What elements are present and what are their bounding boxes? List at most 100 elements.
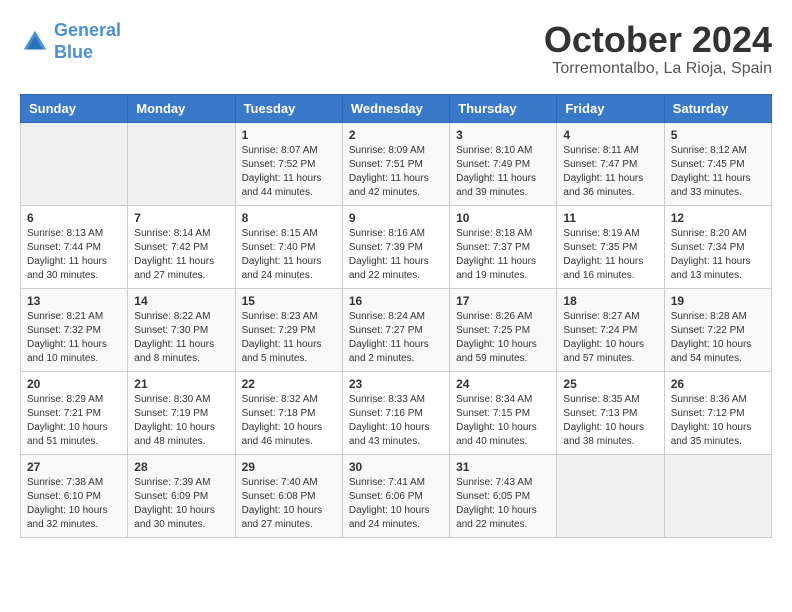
weekday-header: Sunday: [21, 94, 128, 122]
day-info: Sunrise: 8:22 AMSunset: 7:30 PMDaylight:…: [134, 310, 228, 366]
day-number: 28: [134, 460, 228, 474]
day-number: 8: [242, 211, 336, 225]
day-info: Sunrise: 8:32 AMSunset: 7:18 PMDaylight:…: [242, 393, 336, 449]
logo-text: General Blue: [54, 20, 121, 63]
day-info: Sunrise: 8:09 AMSunset: 7:51 PMDaylight:…: [349, 144, 443, 200]
weekday-header: Wednesday: [342, 94, 449, 122]
calendar-cell: 14 Sunrise: 8:22 AMSunset: 7:30 PMDayligh…: [128, 288, 235, 371]
day-number: 6: [27, 211, 121, 225]
day-info: Sunrise: 8:21 AMSunset: 7:32 PMDaylight:…: [27, 310, 121, 366]
day-info: Sunrise: 8:15 AMSunset: 7:40 PMDaylight:…: [242, 227, 336, 283]
day-number: 21: [134, 377, 228, 391]
calendar-cell: 6 Sunrise: 8:13 AMSunset: 7:44 PMDaylight…: [21, 205, 128, 288]
day-info: Sunrise: 8:28 AMSunset: 7:22 PMDaylight:…: [671, 310, 765, 366]
calendar-cell: 2 Sunrise: 8:09 AMSunset: 7:51 PMDaylight…: [342, 122, 449, 205]
calendar-cell: 20Sunrise: 8:29 AMSunset: 7:21 PMDayligh…: [21, 371, 128, 454]
calendar-cell: 15 Sunrise: 8:23 AMSunset: 7:29 PMDayligh…: [235, 288, 342, 371]
calendar-cell: 3Sunrise: 8:10 AMSunset: 7:49 PMDaylight…: [450, 122, 557, 205]
calendar-week-row: 27 Sunrise: 7:38 AMSunset: 6:10 PMDayligh…: [21, 454, 772, 537]
calendar-cell: 16 Sunrise: 8:24 AMSunset: 7:27 PMDayligh…: [342, 288, 449, 371]
day-number: 13: [27, 294, 121, 308]
day-info: Sunrise: 7:43 AMSunset: 6:05 PMDaylight:…: [456, 476, 550, 532]
calendar-cell: [664, 454, 771, 537]
day-number: 18: [563, 294, 657, 308]
day-number: 7: [134, 211, 228, 225]
logo: General Blue: [20, 20, 121, 63]
day-info: Sunrise: 8:24 AMSunset: 7:27 PMDaylight:…: [349, 310, 443, 366]
day-info: Sunrise: 8:36 AMSunset: 7:12 PMDaylight:…: [671, 393, 765, 449]
weekday-header: Saturday: [664, 94, 771, 122]
day-number: 2: [349, 128, 443, 142]
day-number: 19: [671, 294, 765, 308]
day-number: 1: [242, 128, 336, 142]
calendar-cell: [128, 122, 235, 205]
calendar-cell: [557, 454, 664, 537]
day-number: 27: [27, 460, 121, 474]
day-info: Sunrise: 8:19 AMSunset: 7:35 PMDaylight:…: [563, 227, 657, 283]
day-info: Sunrise: 8:33 AMSunset: 7:16 PMDaylight:…: [349, 393, 443, 449]
day-info: Sunrise: 8:16 AMSunset: 7:39 PMDaylight:…: [349, 227, 443, 283]
day-number: 16: [349, 294, 443, 308]
calendar-cell: 1 Sunrise: 8:07 AMSunset: 7:52 PMDaylight…: [235, 122, 342, 205]
day-info: Sunrise: 8:14 AMSunset: 7:42 PMDaylight:…: [134, 227, 228, 283]
calendar-cell: 25 Sunrise: 8:35 AMSunset: 7:13 PMDayligh…: [557, 371, 664, 454]
day-info: Sunrise: 8:34 AMSunset: 7:15 PMDaylight:…: [456, 393, 550, 449]
calendar-week-row: 6 Sunrise: 8:13 AMSunset: 7:44 PMDaylight…: [21, 205, 772, 288]
day-number: 9: [349, 211, 443, 225]
day-number: 4: [563, 128, 657, 142]
day-number: 25: [563, 377, 657, 391]
day-info: Sunrise: 8:07 AMSunset: 7:52 PMDaylight:…: [242, 144, 336, 200]
page-header: General Blue October 2024 Torremontalbo,…: [20, 20, 772, 78]
day-number: 29: [242, 460, 336, 474]
day-number: 23: [349, 377, 443, 391]
day-number: 12: [671, 211, 765, 225]
calendar-cell: 28 Sunrise: 7:39 AMSunset: 6:09 PMDayligh…: [128, 454, 235, 537]
calendar-cell: 9 Sunrise: 8:16 AMSunset: 7:39 PMDaylight…: [342, 205, 449, 288]
day-info: Sunrise: 7:40 AMSunset: 6:08 PMDaylight:…: [242, 476, 336, 532]
title-block: October 2024 Torremontalbo, La Rioja, Sp…: [544, 20, 772, 78]
calendar-cell: 8 Sunrise: 8:15 AMSunset: 7:40 PMDaylight…: [235, 205, 342, 288]
day-info: Sunrise: 8:26 AMSunset: 7:25 PMDaylight:…: [456, 310, 550, 366]
weekday-header: Monday: [128, 94, 235, 122]
weekday-header: Tuesday: [235, 94, 342, 122]
month-title: October 2024: [544, 20, 772, 60]
day-info: Sunrise: 7:41 AMSunset: 6:06 PMDaylight:…: [349, 476, 443, 532]
calendar-header-row: SundayMondayTuesdayWednesdayThursdayFrid…: [21, 94, 772, 122]
day-info: Sunrise: 7:39 AMSunset: 6:09 PMDaylight:…: [134, 476, 228, 532]
day-number: 3: [456, 128, 550, 142]
calendar-cell: 12 Sunrise: 8:20 AMSunset: 7:34 PMDayligh…: [664, 205, 771, 288]
calendar-week-row: 20Sunrise: 8:29 AMSunset: 7:21 PMDayligh…: [21, 371, 772, 454]
calendar-cell: 29 Sunrise: 7:40 AMSunset: 6:08 PMDayligh…: [235, 454, 342, 537]
day-number: 24: [456, 377, 550, 391]
day-number: 30: [349, 460, 443, 474]
calendar-cell: 23 Sunrise: 8:33 AMSunset: 7:16 PMDayligh…: [342, 371, 449, 454]
calendar-cell: 4 Sunrise: 8:11 AMSunset: 7:47 PMDaylight…: [557, 122, 664, 205]
day-info: Sunrise: 8:30 AMSunset: 7:19 PMDaylight:…: [134, 393, 228, 449]
day-info: Sunrise: 8:23 AMSunset: 7:29 PMDaylight:…: [242, 310, 336, 366]
calendar-cell: 24 Sunrise: 8:34 AMSunset: 7:15 PMDayligh…: [450, 371, 557, 454]
day-number: 14: [134, 294, 228, 308]
location: Torremontalbo, La Rioja, Spain: [544, 60, 772, 78]
calendar-week-row: 1 Sunrise: 8:07 AMSunset: 7:52 PMDaylight…: [21, 122, 772, 205]
calendar-cell: 27 Sunrise: 7:38 AMSunset: 6:10 PMDayligh…: [21, 454, 128, 537]
day-info: Sunrise: 8:13 AMSunset: 7:44 PMDaylight:…: [27, 227, 121, 283]
day-info: Sunrise: 8:20 AMSunset: 7:34 PMDaylight:…: [671, 227, 765, 283]
calendar-cell: 19 Sunrise: 8:28 AMSunset: 7:22 PMDayligh…: [664, 288, 771, 371]
day-number: 31: [456, 460, 550, 474]
day-info: Sunrise: 8:11 AMSunset: 7:47 PMDaylight:…: [563, 144, 657, 200]
calendar-cell: 7 Sunrise: 8:14 AMSunset: 7:42 PMDaylight…: [128, 205, 235, 288]
calendar-table: SundayMondayTuesdayWednesdayThursdayFrid…: [20, 94, 772, 538]
calendar-cell: 17 Sunrise: 8:26 AMSunset: 7:25 PMDayligh…: [450, 288, 557, 371]
calendar-cell: 21 Sunrise: 8:30 AMSunset: 7:19 PMDayligh…: [128, 371, 235, 454]
logo-icon: [20, 27, 50, 57]
day-number: 15: [242, 294, 336, 308]
calendar-cell: 13 Sunrise: 8:21 AMSunset: 7:32 PMDayligh…: [21, 288, 128, 371]
day-info: Sunrise: 8:35 AMSunset: 7:13 PMDaylight:…: [563, 393, 657, 449]
day-info: Sunrise: 8:29 AMSunset: 7:21 PMDaylight:…: [27, 393, 121, 449]
day-number: 22: [242, 377, 336, 391]
day-number: 17: [456, 294, 550, 308]
calendar-cell: 10Sunrise: 8:18 AMSunset: 7:37 PMDayligh…: [450, 205, 557, 288]
calendar-cell: 26Sunrise: 8:36 AMSunset: 7:12 PMDayligh…: [664, 371, 771, 454]
day-info: Sunrise: 7:38 AMSunset: 6:10 PMDaylight:…: [27, 476, 121, 532]
day-number: 11: [563, 211, 657, 225]
